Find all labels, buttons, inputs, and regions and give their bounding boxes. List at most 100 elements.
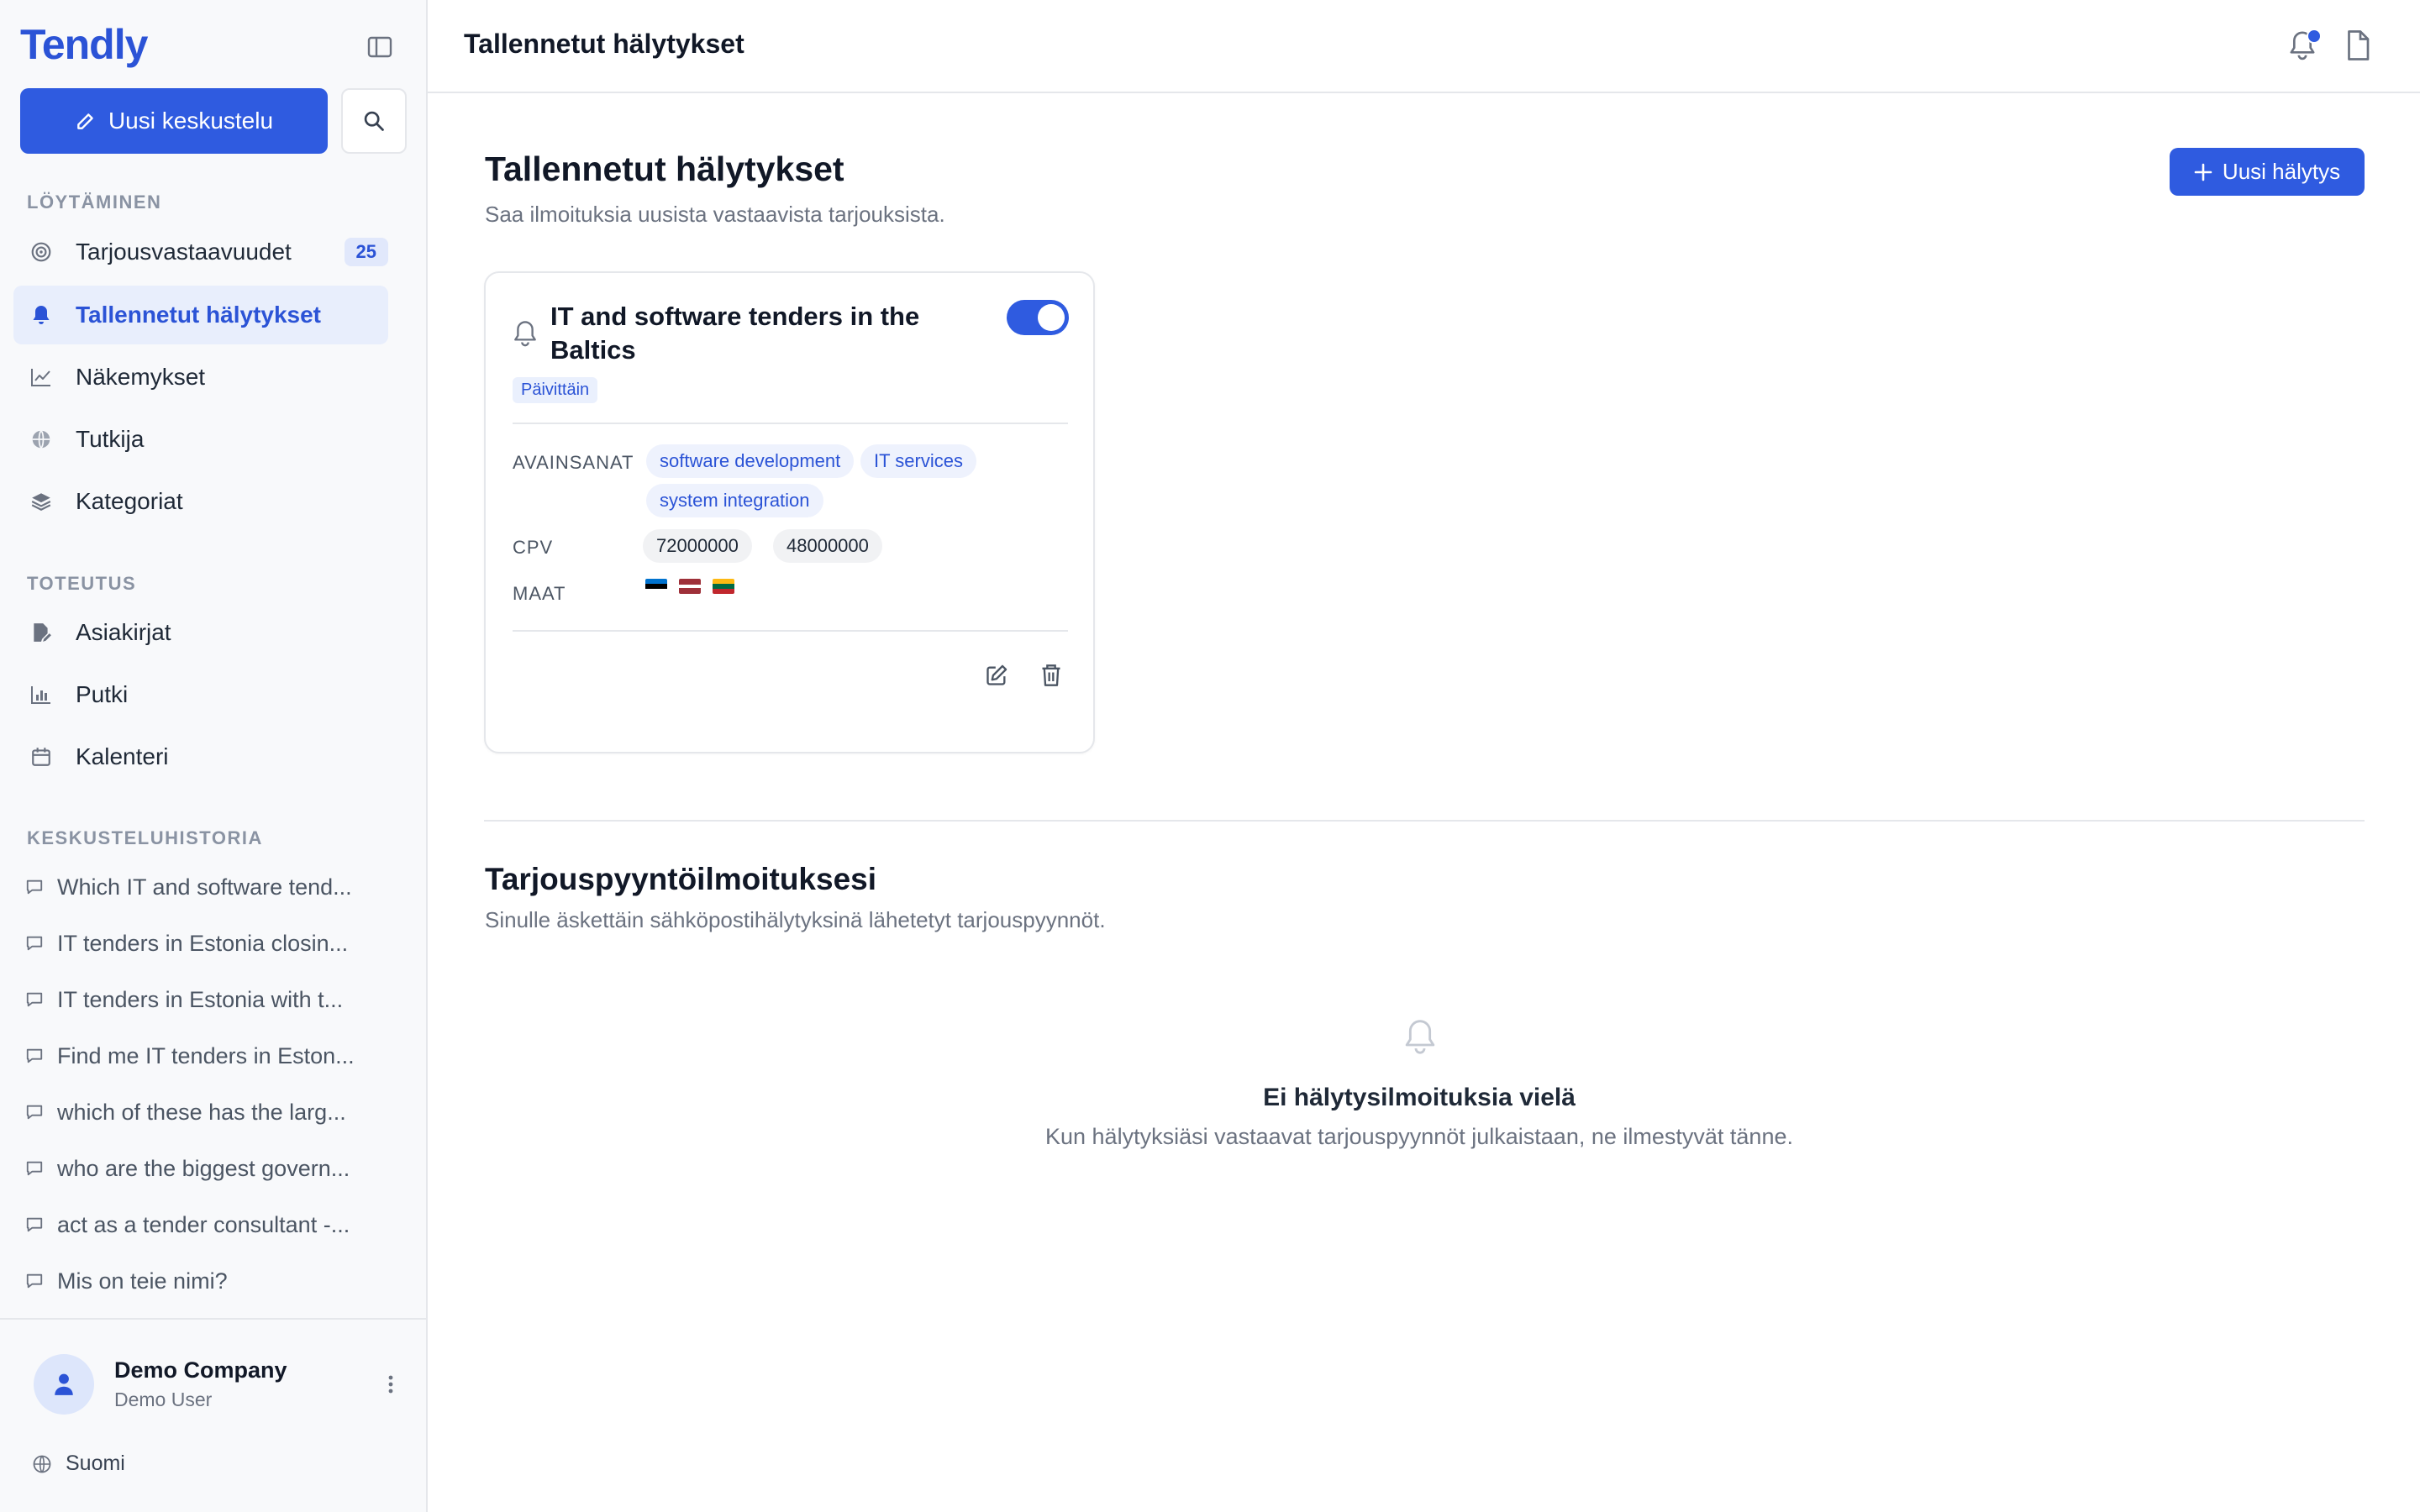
history-item-label: Mis on teie nimi? (57, 1268, 228, 1294)
documents-button[interactable] (2345, 30, 2377, 62)
sidebar-item-label: Tutkija (76, 426, 145, 452)
chat-bubble-icon (25, 1045, 47, 1067)
language-selector[interactable]: Suomi (32, 1452, 125, 1476)
delete-alert-button[interactable] (1037, 661, 1065, 690)
user-name: Demo User (114, 1389, 213, 1410)
line-chart-icon (29, 365, 54, 390)
history-item[interactable]: IT tenders in Estonia with t... (25, 980, 378, 1019)
keyword-chip: system integration (646, 484, 823, 517)
sidebar-item-categories[interactable]: Kategoriat (13, 472, 388, 531)
history-item[interactable]: who are the biggest govern... (25, 1149, 378, 1188)
keyword-chip: IT services (860, 444, 976, 478)
sidebar-item-label: Näkemykset (76, 364, 206, 390)
frequency-badge: Päivittäin (513, 377, 598, 403)
plus-icon (2194, 163, 2212, 181)
bell-icon (513, 320, 538, 347)
toggle-knob (1038, 304, 1065, 331)
sidebar-item-label: Asiakirjat (76, 619, 171, 645)
document-edit-icon (29, 620, 54, 645)
history-item-label: Find me IT tenders in Eston... (57, 1042, 355, 1068)
calendar-icon (29, 744, 54, 769)
sidebar-item-label: Kategoriat (76, 488, 183, 514)
history-item[interactable]: Which IT and software tend... (25, 868, 378, 906)
sidebar-item-calendar[interactable]: Kalenteri (13, 727, 388, 786)
notifications-button[interactable] (2288, 29, 2322, 62)
app-root: Tendly Uusi keskustelu LÖYTÄMINEN Tarjou… (0, 0, 2420, 1512)
history-item[interactable]: Find me IT tenders in Eston... (25, 1037, 378, 1075)
sidebar: Tendly Uusi keskustelu LÖYTÄMINEN Tarjou… (0, 0, 428, 1512)
notifications-section-subtitle: Sinulle äskettäin sähköpostihälytyksinä … (485, 907, 1106, 932)
user-profile[interactable]: Demo Company Demo User (34, 1351, 403, 1418)
lithuania-flag-icon (713, 579, 734, 594)
user-menu-button[interactable] (378, 1369, 403, 1399)
keyword-chip: software development (646, 444, 855, 478)
new-alert-button[interactable]: Uusi hälytys (2170, 148, 2365, 196)
estonia-flag-icon (645, 579, 667, 594)
chat-bubble-icon (25, 1101, 47, 1123)
sidebar-item-label: Kalenteri (76, 743, 169, 769)
history-item-label: IT tenders in Estonia with t... (57, 986, 344, 1012)
history-item[interactable]: Mis on teie nimi? (25, 1262, 378, 1300)
new-chat-button[interactable]: Uusi keskustelu (20, 88, 328, 154)
sidebar-footer-divider (0, 1318, 426, 1320)
edit-icon (77, 113, 93, 129)
sidebar-item-documents[interactable]: Asiakirjat (13, 603, 388, 662)
history-item-label: which of these has the larg... (57, 1099, 346, 1125)
notification-dot (2307, 29, 2322, 44)
history-item-label: act as a tender consultant -... (57, 1211, 350, 1237)
section-label-discovery: LÖYTÄMINEN (27, 192, 162, 213)
history-item[interactable]: act as a tender consultant -... (25, 1205, 378, 1244)
sidebar-item-bid-matches[interactable]: Tarjousvastaavuudet 25 (13, 223, 388, 281)
new-chat-label: Uusi keskustelu (108, 108, 274, 134)
search-icon (364, 111, 384, 131)
empty-state-title: Ei hälytysilmoituksia vielä (1263, 1084, 1576, 1111)
count-badge: 25 (344, 238, 388, 266)
app-logo[interactable]: Tendly (20, 20, 148, 69)
history-item[interactable]: IT tenders in Estonia closin... (25, 924, 378, 963)
page-title: Tallennetut hälytykset (485, 150, 844, 188)
history-item-label: Which IT and software tend... (57, 874, 352, 900)
section-label-history: KESKUSTELUHISTORIA (27, 827, 263, 848)
file-icon (2348, 30, 2370, 60)
edit-alert-button[interactable] (982, 661, 1011, 690)
sidebar-item-pipeline[interactable]: Putki (13, 665, 388, 724)
cpv-chip: 72000000 (643, 529, 752, 563)
sidebar-toggle-icon (367, 36, 392, 58)
section-label-execution: TOTEUTUS (27, 573, 137, 594)
cpv-label: CPV (513, 537, 554, 558)
globe-icon (29, 427, 54, 452)
edit-icon (986, 664, 1007, 685)
chat-bubble-icon (25, 1270, 47, 1292)
chat-bubble-icon (25, 1158, 47, 1179)
language-label: Suomi (66, 1452, 125, 1475)
target-icon (29, 239, 54, 265)
sidebar-item-label: Tarjousvastaavuudet (76, 239, 292, 265)
sidebar-item-explorer[interactable]: Tutkija (13, 410, 388, 469)
sidebar-item-saved-alerts[interactable]: Tallennetut hälytykset (13, 286, 388, 344)
top-bar: Tallennetut hälytykset (428, 0, 2420, 93)
notifications-section-title: Tarjouspyyntöilmoituksesi (485, 862, 877, 896)
sidebar-item-label: Putki (76, 681, 129, 707)
history-item-label: who are the biggest govern... (57, 1155, 350, 1181)
topbar-title: Tallennetut hälytykset (464, 29, 744, 59)
alert-card: IT and software tenders in the Baltics P… (484, 271, 1095, 753)
chat-bubble-icon (25, 1214, 47, 1236)
chat-bubble-icon (25, 932, 47, 954)
card-divider (513, 423, 1068, 424)
sidebar-item-insights[interactable]: Näkemykset (13, 348, 388, 407)
user-company: Demo Company (114, 1357, 287, 1383)
search-button[interactable] (341, 88, 407, 154)
sidebar-item-label: Tallennetut hälytykset (76, 302, 322, 328)
page-subtitle: Saa ilmoituksia uusista vastaavista tarj… (485, 202, 945, 227)
alert-enabled-toggle[interactable] (1007, 300, 1069, 335)
layers-icon (29, 489, 54, 514)
history-item[interactable]: which of these has the larg... (25, 1093, 378, 1131)
user-icon (55, 1373, 73, 1395)
empty-state-subtitle: Kun hälytyksiäsi vastaavat tarjouspyynnö… (1045, 1124, 1793, 1149)
empty-state-bell-icon (1403, 1018, 1437, 1055)
collapse-sidebar-button[interactable] (365, 32, 395, 62)
bar-chart-icon (29, 682, 54, 707)
main-content: Tallennetut hälytykset Tallennetut hälyt… (428, 0, 2420, 1512)
cpv-chip: 48000000 (773, 529, 882, 563)
more-vertical-icon (388, 1375, 393, 1394)
